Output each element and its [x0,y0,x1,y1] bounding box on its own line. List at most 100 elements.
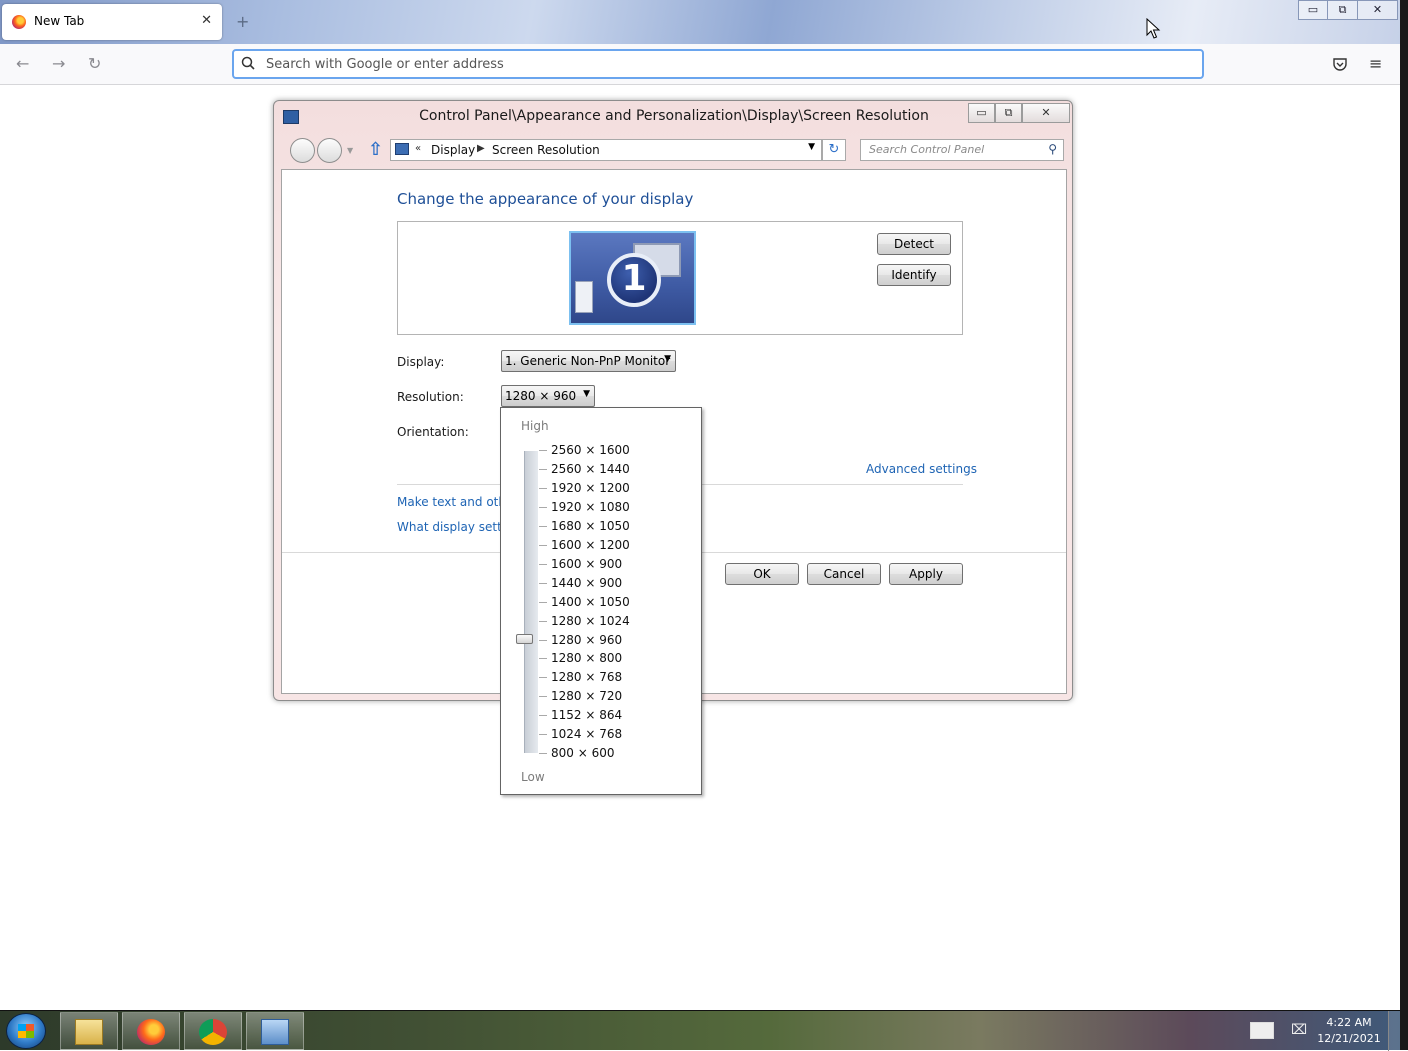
advanced-settings-link[interactable]: Advanced settings [866,462,977,476]
apply-button[interactable]: Apply [889,563,963,585]
breadcrumb-separator-icon[interactable]: ▶ [477,143,485,154]
taskbar-control-panel[interactable] [246,1012,304,1050]
slider-tick [539,658,547,660]
tab-new-tab[interactable]: New Tab ✕ [2,4,222,40]
slider-tick [539,450,547,451]
browser-nav-bar: ← → ↻ ≡ [0,44,1400,85]
clock-time: 4:22 AM [1326,1016,1372,1029]
detect-button[interactable]: Detect [877,233,951,255]
search-icon [241,56,255,70]
slider-tick [539,582,547,584]
slider-tick [539,544,547,546]
slider-tick [539,487,547,489]
menu-icon[interactable]: ≡ [1369,54,1382,73]
minimize-button[interactable]: ▭ [968,103,995,123]
pocket-icon[interactable] [1332,56,1348,72]
display-select[interactable]: 1. Generic Non-PnP Monitor ▼ [501,350,676,372]
address-dropdown-icon[interactable]: ▼ [808,142,815,152]
control-panel-icon [261,1019,289,1045]
reload-icon[interactable]: ↻ [88,54,101,73]
search-input[interactable] [867,142,1037,157]
resolution-option[interactable]: 1280 × 720 [551,689,622,703]
resolution-option[interactable]: 2560 × 1600 [551,443,630,457]
monitor-preview: 1 Detect Identify [397,221,963,335]
close-button[interactable]: ✕ [1022,103,1070,123]
firefox-icon [12,15,26,29]
resolution-option[interactable]: 1920 × 1080 [551,500,630,514]
resolution-option[interactable]: 1680 × 1050 [551,519,630,533]
back-arrow-icon[interactable]: ← [16,54,29,73]
tab-title: New Tab [34,14,85,28]
network-icon[interactable]: ⌧ [1291,1022,1307,1038]
breadcrumb-overflow[interactable]: « [415,143,421,154]
identify-button[interactable]: Identify [877,264,951,286]
slider-tick [539,734,547,736]
slider-tick [539,525,547,527]
refresh-icon[interactable]: ↻ [822,139,846,161]
resolution-select[interactable]: 1280 × 960 ▼ [501,385,595,407]
search-icon[interactable]: ⚲ [1048,142,1057,156]
resolution-option[interactable]: 1400 × 1050 [551,595,630,609]
slider-tick [539,620,547,622]
resolution-slider-track[interactable] [524,451,538,753]
resolution-option[interactable]: 800 × 600 [551,746,615,760]
resolution-option[interactable]: 1280 × 768 [551,670,622,684]
slider-tick [539,753,547,755]
search-box[interactable]: ⚲ [860,139,1064,161]
resolution-option[interactable]: 1280 × 960 [551,633,622,647]
resolution-option[interactable]: 1280 × 800 [551,651,622,665]
up-arrow-icon[interactable]: ⇧ [368,139,383,160]
resolution-option[interactable]: 1600 × 900 [551,557,622,571]
monitor-image[interactable]: 1 [569,231,696,325]
resolution-option[interactable]: 1152 × 864 [551,708,622,722]
url-bar[interactable] [232,49,1204,79]
start-button[interactable] [6,1013,46,1049]
url-input[interactable] [264,54,1184,74]
resolution-option[interactable]: 1440 × 900 [551,576,622,590]
window-controls: ▭ ⧉ ✕ [968,103,1070,123]
resolution-slider-thumb[interactable] [516,634,533,644]
ok-button[interactable]: OK [725,563,799,585]
forward-arrow-icon[interactable]: → [52,54,65,73]
chevron-down-icon: ▼ [583,389,590,399]
forward-button[interactable] [317,138,342,163]
resolution-label: Resolution: [397,390,464,404]
slider-tick [539,715,547,717]
resolution-option[interactable]: 1920 × 1200 [551,481,630,495]
page-title: Change the appearance of your display [397,190,694,208]
resolution-option[interactable]: 1280 × 1024 [551,614,630,628]
taskbar-chrome[interactable] [184,1012,242,1050]
resolution-option[interactable]: 1600 × 1200 [551,538,630,552]
address-bar[interactable]: « Display ▶ Screen Resolution ▼ [390,139,822,161]
display-label: Display: [397,355,445,369]
minimize-button[interactable]: ▭ [1298,0,1328,20]
slider-tick [539,696,547,698]
taskbar-firefox[interactable] [122,1012,180,1050]
back-button[interactable] [290,138,315,163]
recent-pages-chevron-icon[interactable]: ▼ [347,146,353,155]
resolution-option[interactable]: 1024 × 768 [551,727,622,741]
cancel-button[interactable]: Cancel [807,563,881,585]
orientation-label: Orientation: [397,425,469,439]
tab-close-icon[interactable]: ✕ [201,13,212,28]
show-desktop-button[interactable] [1388,1011,1400,1051]
taskbar-file-explorer[interactable] [60,1012,118,1050]
resolution-option[interactable]: 2560 × 1440 [551,462,630,476]
browser-window-controls: ▭ ⧉ ✕ [1298,0,1398,20]
screen-edge [1400,0,1408,1050]
keyboard-icon[interactable] [1250,1022,1274,1039]
high-label: High [521,419,549,433]
explorer-nav-row: ▼ ⇧ « Display ▶ Screen Resolution ▼ ↻ ⚲ [274,137,1074,163]
breadcrumb-display[interactable]: Display [431,143,475,157]
maximize-button[interactable]: ⧉ [995,103,1022,123]
monitor-number: 1 [607,253,661,307]
clock[interactable]: 4:22 AM 12/21/2021 [1316,1015,1382,1047]
close-button[interactable]: ✕ [1358,0,1398,20]
chrome-icon [199,1019,227,1045]
mouse-cursor-icon [1146,18,1161,39]
display-select-value: 1. Generic Non-PnP Monitor [505,354,671,368]
breadcrumb-screen-resolution[interactable]: Screen Resolution [492,143,600,157]
maximize-button[interactable]: ⧉ [1328,0,1358,20]
slider-tick [539,563,547,565]
new-tab-button[interactable]: + [236,12,249,31]
